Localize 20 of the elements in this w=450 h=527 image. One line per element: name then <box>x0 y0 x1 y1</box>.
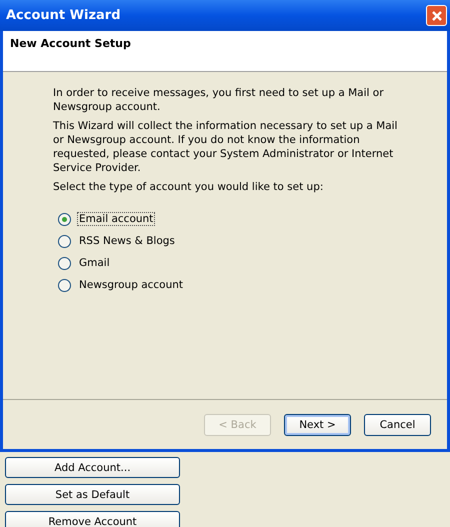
account-type-option[interactable]: Email account <box>58 212 407 226</box>
account-type-option[interactable]: Newsgroup account <box>58 278 407 292</box>
wizard-button[interactable]: Next > <box>284 414 351 436</box>
account-type-option[interactable]: Gmail <box>58 256 407 270</box>
wizard-button[interactable]: Cancel <box>364 414 431 436</box>
radio-button[interactable] <box>58 212 71 226</box>
page-title: New Account Setup <box>10 37 131 50</box>
radio-button[interactable] <box>58 278 71 292</box>
account-button[interactable]: Remove Account <box>5 511 180 527</box>
account-button[interactable]: Set as Default <box>5 484 180 505</box>
close-icon <box>430 10 442 22</box>
window-title: Account Wizard <box>6 8 121 23</box>
account-type-option[interactable]: RSS News & Blogs <box>58 234 407 248</box>
intro-text: This Wizard will collect the information necessary to set up a Mail or Newsgroup account. If you do not know the information requested, please contact your System Administrator or Internet Service Provider. <box>53 119 398 175</box>
account-button[interactable]: Add Account... <box>5 457 180 478</box>
radio-button[interactable] <box>58 234 71 248</box>
intro-text: Select the type of account you would like to set up: <box>53 180 324 194</box>
intro-text: In order to receive messages, you first need to set up a Mail or Newsgroup account. <box>53 86 385 114</box>
radio-button[interactable] <box>58 256 71 270</box>
close-button[interactable] <box>426 5 447 26</box>
